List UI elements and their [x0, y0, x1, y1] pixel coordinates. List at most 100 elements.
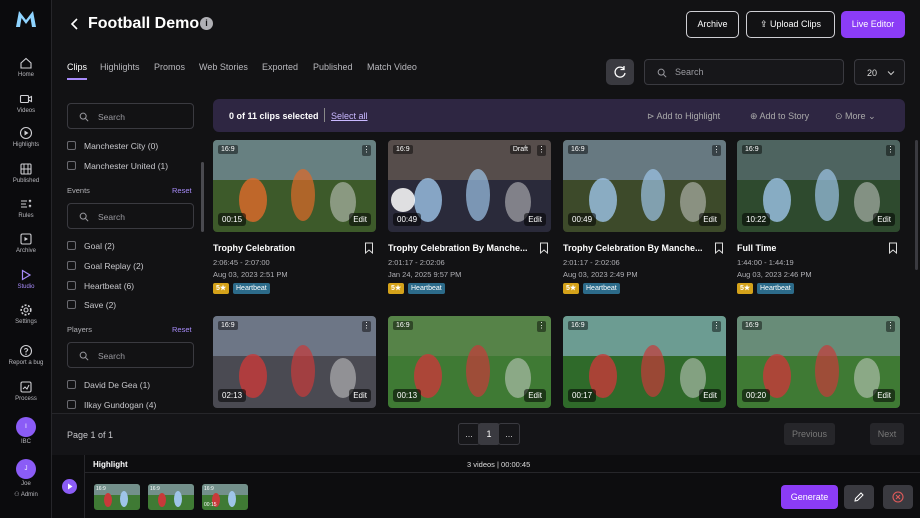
clip-title[interactable]: Trophy Celebration — [213, 243, 358, 253]
org-avatar[interactable]: I — [16, 417, 36, 437]
bookmark-icon[interactable] — [364, 242, 374, 254]
clip-title[interactable]: Full Time — [737, 243, 882, 253]
tab-promos[interactable]: Promos — [154, 62, 185, 72]
clip-title[interactable]: Trophy Celebration By Manche... — [388, 243, 533, 253]
info-icon[interactable]: i — [200, 17, 213, 30]
rail-item-videos[interactable]: Videos — [0, 92, 52, 114]
page-ellipsis-prev[interactable]: ... — [458, 423, 480, 445]
events-reset-button[interactable]: Reset — [172, 186, 192, 195]
rail-item-process[interactable]: Process — [0, 380, 52, 402]
checkbox[interactable] — [67, 300, 76, 309]
clip-edit-button[interactable]: Edit — [699, 389, 721, 402]
clip-edit-button[interactable]: Edit — [524, 213, 546, 226]
back-chevron-icon[interactable] — [67, 16, 83, 32]
tab-web-stories[interactable]: Web Stories — [199, 62, 248, 72]
kebab-menu-icon[interactable]: ⋮ — [537, 145, 546, 156]
clip-thumbnail[interactable]: 16:9 ⋮ 00:17 Edit — [563, 316, 726, 408]
more-button[interactable]: ⊙ More ⌄ — [835, 111, 876, 122]
rail-item-highlights[interactable]: Highlights — [0, 126, 52, 148]
clip-edit-button[interactable]: Edit — [873, 213, 895, 226]
players-search-input[interactable]: Search — [67, 342, 194, 368]
team-search-input[interactable]: Search — [67, 103, 194, 129]
events-search-input[interactable]: Search — [67, 203, 194, 229]
kebab-menu-icon[interactable]: ⋮ — [362, 145, 371, 156]
rail-item-rules[interactable]: Rules — [0, 197, 52, 219]
edit-highlight-button[interactable] — [844, 485, 874, 509]
filter-team-item[interactable]: Manchester City (0) — [67, 141, 158, 151]
tray-thumbnail[interactable]: 16:9 — [148, 484, 194, 510]
clip-card[interactable]: 16:9 ⋮ 10:22 Edit Full Time 1:44:00 - 1:44:19… — [737, 140, 900, 310]
clip-edit-button[interactable]: Edit — [524, 389, 546, 402]
clip-card[interactable]: 16:9 ⋮ 00:15 Edit Trophy Celebration 2:06:45 … — [213, 140, 376, 310]
filter-player-item[interactable]: David De Gea (1) — [67, 380, 150, 390]
filter-team-item[interactable]: Manchester United (1) — [67, 161, 168, 171]
brand-logo-icon[interactable] — [14, 9, 38, 29]
filter-event-item[interactable]: Goal Replay (2) — [67, 261, 144, 271]
clip-card[interactable]: 16:9 ⋮ 00:49 Edit Trophy Celebration By Manc… — [563, 140, 726, 310]
clip-thumbnail[interactable]: 16:9 ⋮ 00:15 Edit — [213, 140, 376, 232]
checkbox[interactable] — [67, 141, 76, 150]
tray-play-button[interactable] — [62, 479, 77, 494]
add-to-highlight-button[interactable]: ⊳ Add to Highlight — [647, 111, 720, 122]
players-reset-button[interactable]: Reset — [172, 325, 192, 334]
checkbox[interactable] — [67, 281, 76, 290]
filter-event-item[interactable]: Goal (2) — [67, 241, 115, 251]
add-to-story-button[interactable]: ⊕ Add to Story — [750, 111, 809, 122]
upload-clips-button[interactable]: ⇪ Upload Clips — [746, 11, 835, 38]
rail-item-published[interactable]: Published — [0, 162, 52, 184]
discard-highlight-button[interactable] — [883, 485, 913, 509]
filter-event-item[interactable]: Heartbeat (6) — [67, 281, 134, 291]
page-size-select[interactable]: 20 — [854, 59, 905, 85]
tab-highlights[interactable]: Highlights — [100, 62, 140, 72]
kebab-menu-icon[interactable]: ⋮ — [712, 321, 721, 332]
checkbox[interactable] — [67, 241, 76, 250]
refresh-button[interactable] — [606, 59, 634, 85]
checkbox[interactable] — [67, 261, 76, 270]
tray-thumbnail[interactable]: 16:9 00:15 — [202, 484, 248, 510]
rail-item-home[interactable]: Home — [0, 56, 52, 78]
next-page-button[interactable]: Next — [870, 423, 904, 445]
kebab-menu-icon[interactable]: ⋮ — [537, 321, 546, 332]
kebab-menu-icon[interactable]: ⋮ — [886, 145, 895, 156]
clip-thumbnail[interactable]: 16:9 ⋮ 00:20 Edit — [737, 316, 900, 408]
kebab-menu-icon[interactable]: ⋮ — [886, 321, 895, 332]
tab-clips[interactable]: Clips — [67, 62, 88, 80]
clips-search-input[interactable]: Search — [644, 59, 844, 85]
bookmark-icon[interactable] — [539, 242, 549, 254]
previous-page-button[interactable]: Previous — [784, 423, 835, 445]
clip-edit-button[interactable]: Edit — [349, 213, 371, 226]
clip-thumbnail[interactable]: 16:9 ⋮ 00:13 Edit — [388, 316, 551, 408]
archive-button[interactable]: Archive — [686, 11, 739, 38]
kebab-menu-icon[interactable]: ⋮ — [362, 321, 371, 332]
tray-thumbnail[interactable]: 16:9 — [94, 484, 140, 510]
checkbox[interactable] — [67, 400, 76, 409]
rail-item-report-bug[interactable]: Report a bug — [0, 344, 52, 366]
checkbox[interactable] — [67, 161, 76, 170]
tab-published[interactable]: Published — [313, 62, 353, 72]
generate-button[interactable]: Generate — [781, 485, 838, 509]
page-number-current[interactable]: 1 — [478, 423, 500, 445]
clip-thumbnail[interactable]: 16:9 ⋮ 00:49 Edit — [563, 140, 726, 232]
clip-title[interactable]: Trophy Celebration By Manche... — [563, 243, 708, 253]
filters-scrollbar[interactable] — [201, 162, 204, 232]
clip-thumbnail[interactable]: 16:9 Draft ⋮ 00:49 Edit — [388, 140, 551, 232]
tab-match-video[interactable]: Match Video — [367, 62, 417, 72]
filter-event-item[interactable]: Save (2) — [67, 300, 116, 310]
clip-edit-button[interactable]: Edit — [699, 213, 721, 226]
clip-edit-button[interactable]: Edit — [349, 389, 371, 402]
bookmark-icon[interactable] — [714, 242, 724, 254]
kebab-menu-icon[interactable]: ⋮ — [712, 145, 721, 156]
clip-edit-button[interactable]: Edit — [873, 389, 895, 402]
user-avatar[interactable]: J — [16, 459, 36, 479]
rail-item-studio[interactable]: Studio — [0, 268, 52, 290]
clip-thumbnail[interactable]: 16:9 ⋮ 02:13 Edit — [213, 316, 376, 408]
live-editor-button[interactable]: Live Editor — [841, 11, 905, 38]
page-ellipsis-next[interactable]: ... — [498, 423, 520, 445]
rail-item-settings[interactable]: Settings — [0, 303, 52, 325]
clip-thumbnail[interactable]: 16:9 ⋮ 10:22 Edit — [737, 140, 900, 232]
clip-card[interactable]: 16:9 Draft ⋮ 00:49 Edit Trophy Celebration By… — [388, 140, 551, 310]
rail-item-archive[interactable]: Archive — [0, 232, 52, 254]
checkbox[interactable] — [67, 380, 76, 389]
bookmark-icon[interactable] — [888, 242, 898, 254]
play-overlay-icon[interactable] — [391, 188, 415, 212]
